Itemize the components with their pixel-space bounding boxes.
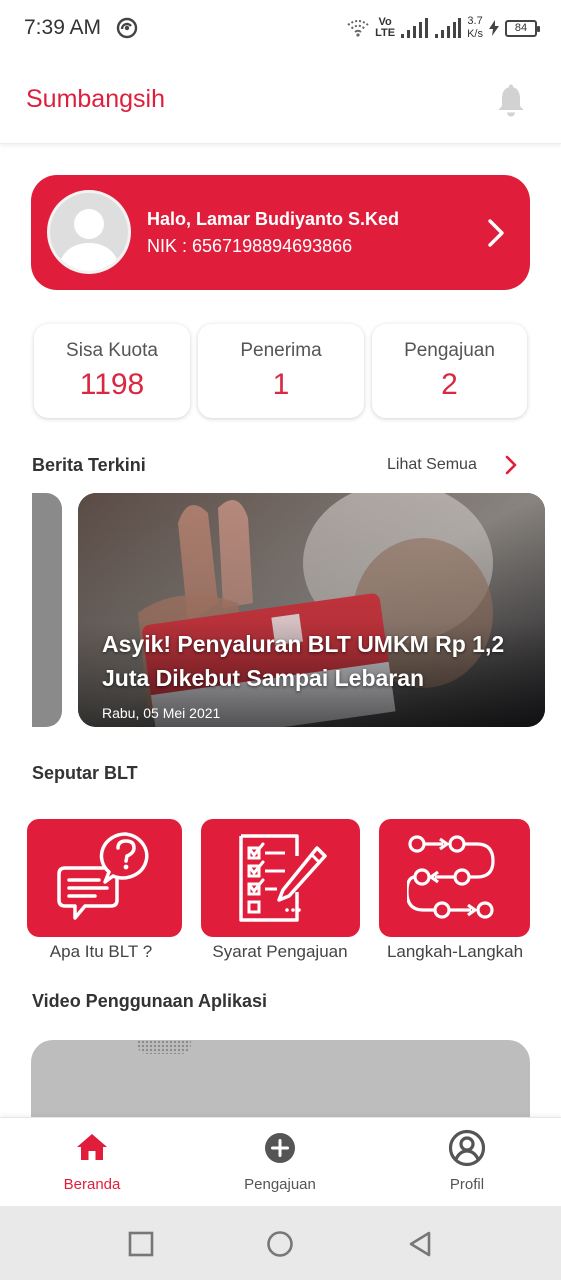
stat-label: Sisa Kuota [66,340,158,361]
video-thumbnail-detail [137,1040,191,1054]
nav-item-profil[interactable]: Profil [397,1118,537,1207]
battery-indicator: 84 [505,19,540,37]
bottom-nav: Beranda Pengajuan Profil [0,1117,561,1206]
stat-value: 1 [272,368,290,401]
chevron-right-icon[interactable] [486,218,506,248]
avatar [47,190,131,274]
stat-penerima: Penerima 1 [198,324,364,418]
tile-label: Apa Itu BLT ? [49,942,153,961]
nav-label: Profil [449,1176,485,1193]
nav-label: Pengajuan [244,1176,316,1193]
back-icon[interactable] [407,1230,435,1258]
app-header: Sumbangsih [0,58,561,144]
signal-icon-1 [401,18,429,38]
recent-apps-icon[interactable] [127,1230,155,1258]
network-speed: 3.7 K/s [467,15,483,41]
news-card-previous[interactable] [32,493,62,727]
video-section-title: Video Penggunaan Aplikasi [32,991,268,1011]
tile-label: Syarat Pengajuan [212,942,348,961]
see-all-link[interactable]: Lihat Semua [387,456,477,474]
stat-value: 2 [441,368,458,401]
nav-label: Beranda [63,1176,121,1193]
steps-flow-icon [406,835,495,919]
nav-item-pengajuan[interactable]: Pengajuan [210,1118,350,1207]
nav-item-beranda[interactable]: Beranda [22,1118,162,1207]
home-icon [77,1134,107,1160]
system-nav-bar [0,1206,561,1280]
chevron-right-icon[interactable] [504,455,518,475]
profile-icon [448,1129,486,1167]
bell-icon[interactable] [496,84,526,118]
question-chat-icon [56,832,149,920]
news-section-title: Berita Terkini [32,455,146,475]
network-speed-unit: K/s [467,28,483,40]
news-title: Asyik! Penyaluran BLT UMKM Rp 1,2 Juta D… [102,631,505,691]
stat-label: Penerima [240,340,322,361]
status-bar: 7:39 AM Vo LTE 3.7 K/s 84 [0,0,561,58]
news-card[interactable]: Asyik! Penyaluran BLT UMKM Rp 1,2 Juta D… [78,493,545,727]
tile-apa-itu-blt[interactable] [27,819,182,937]
stat-pengajuan: Pengajuan 2 [372,324,527,418]
network-speed-value: 3.7 [467,15,483,27]
network-bottom-label: LTE [375,27,396,39]
wifi-icon [347,20,369,37]
app-screen: 7:39 AM Vo LTE 3.7 K/s 84 Sumbangsih Hal… [0,0,561,1280]
checklist-pencil-icon [238,834,327,922]
app-title: Sumbangsih [26,85,165,113]
tile-langkah-langkah[interactable] [379,819,530,937]
news-date: Rabu, 05 Mei 2021 [102,705,221,721]
status-time: 7:39 AM [24,16,102,39]
profile-greeting: Halo, Lamar Budiyanto S.Ked [147,209,400,229]
battery-level: 84 [514,22,528,34]
profile-card[interactable]: Halo, Lamar Budiyanto S.Ked NIK : 656719… [31,175,530,290]
network-type: Vo LTE [375,17,395,39]
stat-sisa-kuota: Sisa Kuota 1198 [34,324,190,418]
home-button-icon[interactable] [266,1230,294,1258]
stat-value: 1198 [79,368,145,401]
plus-circle-icon [265,1133,295,1163]
tile-syarat-pengajuan[interactable] [201,819,360,937]
default-avatar-icon [58,209,120,271]
status-right: Vo LTE 3.7 K/s 84 [347,14,540,42]
charging-icon [489,20,499,36]
stat-label: Pengajuan [404,340,495,361]
profile-nik: NIK : 6567198894693866 [147,236,353,256]
blt-section-title: Seputar BLT [32,763,138,783]
signal-icon-2 [435,18,462,38]
do-not-disturb-icon [116,17,138,39]
tile-label: Langkah-Langkah [386,942,524,961]
